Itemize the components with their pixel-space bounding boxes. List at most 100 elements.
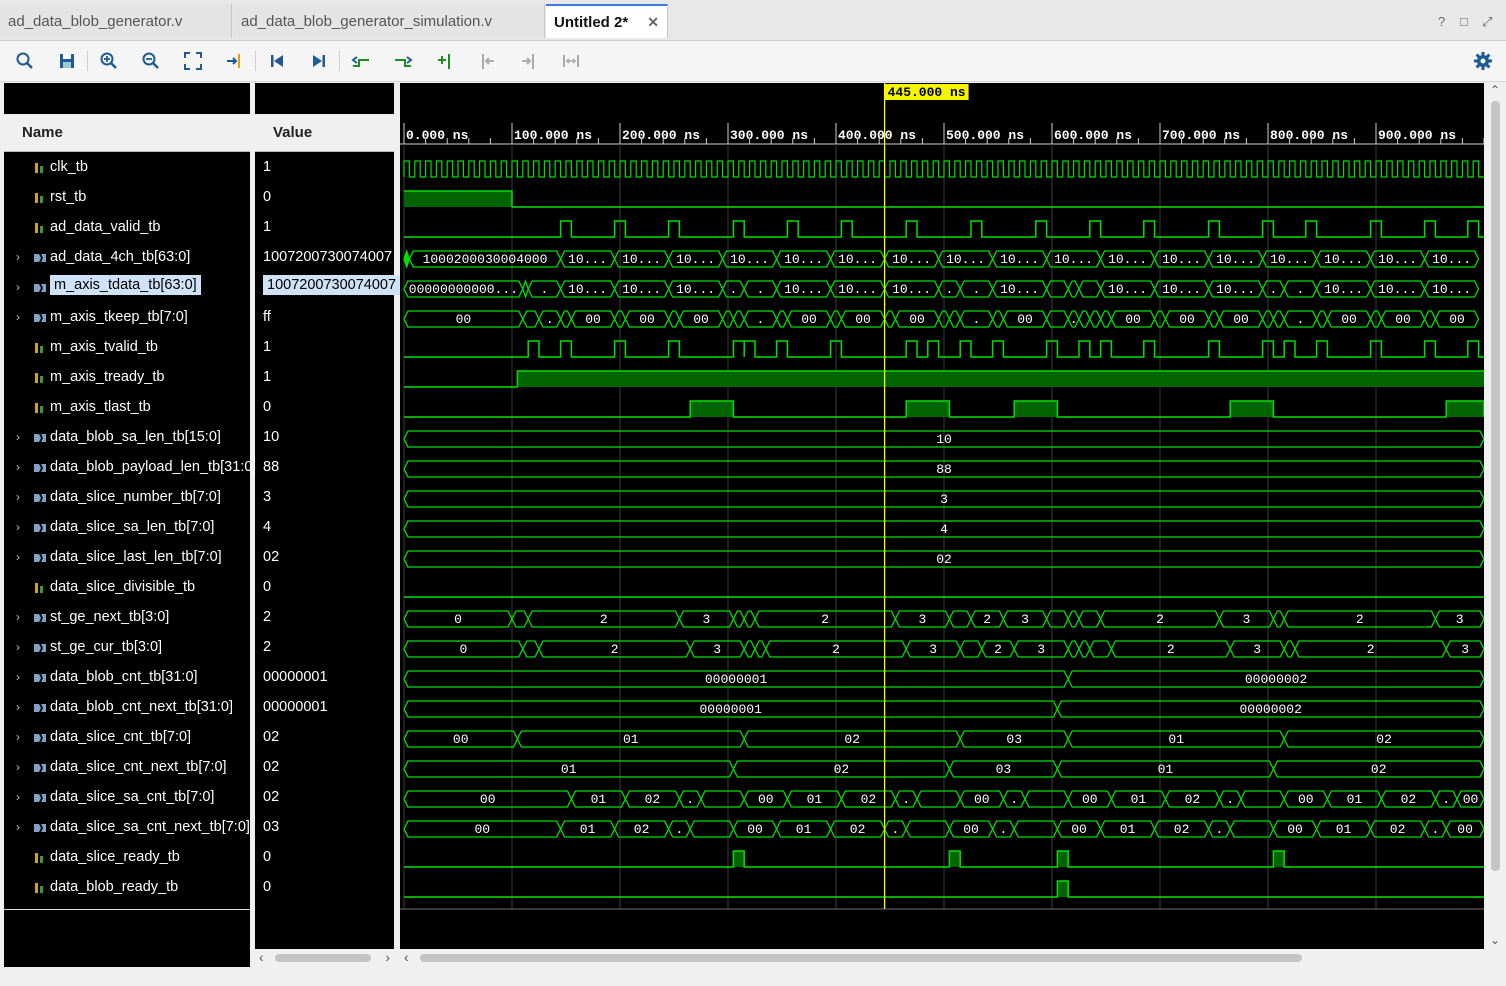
expand-chevron-icon[interactable]: › xyxy=(16,250,20,264)
signal-value-row[interactable]: 00000001 xyxy=(255,693,394,723)
expand-chevron-icon[interactable]: › xyxy=(16,760,20,774)
signal-value-row[interactable]: 10 xyxy=(255,423,394,453)
help-icon[interactable]: ? xyxy=(1438,14,1445,29)
signal-row[interactable]: data_slice_divisible_tb xyxy=(4,573,250,603)
settings-icon[interactable] xyxy=(1473,51,1493,71)
zoom-out-icon[interactable] xyxy=(141,51,161,71)
signal-row[interactable]: ad_data_valid_tb xyxy=(4,213,250,243)
expand-chevron-icon[interactable]: › xyxy=(16,310,20,324)
tab-ad-data-blob-generator-simulation[interactable]: ad_data_blob_generator_simulation.v xyxy=(233,4,545,38)
signal-row[interactable]: m_axis_tready_tb xyxy=(4,363,250,393)
expand-chevron-icon[interactable]: › xyxy=(16,460,20,474)
signal-row[interactable]: › st_ge_cur_tb[3:0] xyxy=(4,633,250,663)
float-icon[interactable]: ⤢ xyxy=(1482,14,1492,30)
add-marker-icon[interactable] xyxy=(435,51,455,71)
next-marker-icon[interactable] xyxy=(519,51,539,71)
expand-chevron-icon[interactable]: › xyxy=(16,670,20,684)
maximize-icon[interactable]: □ xyxy=(1460,14,1468,29)
expand-chevron-icon[interactable]: › xyxy=(16,730,20,744)
signal-row[interactable]: data_blob_ready_tb xyxy=(4,873,250,903)
signal-value-row[interactable]: 03 xyxy=(255,813,394,843)
signal-value-row[interactable]: 2 xyxy=(255,633,394,663)
scroll-up-icon[interactable]: ⌃ xyxy=(1490,83,1500,97)
scrollbar-thumb[interactable] xyxy=(275,954,371,962)
previous-transition-icon[interactable] xyxy=(351,51,371,71)
signal-row[interactable]: › data_slice_sa_cnt_next_tb[7:0] xyxy=(4,813,250,843)
scrollbar-thumb[interactable] xyxy=(420,954,1302,962)
search-icon[interactable] xyxy=(15,51,35,71)
signal-value-row[interactable]: 0 xyxy=(255,183,394,213)
expand-chevron-icon[interactable]: › xyxy=(16,520,20,534)
waveform-v-scrollbar[interactable]: ⌃ ⌄ xyxy=(1487,83,1504,949)
signal-value-row[interactable]: 88 xyxy=(255,453,394,483)
swap-cursors-icon[interactable] xyxy=(561,51,581,71)
signal-row[interactable]: › data_slice_cnt_next_tb[7:0] xyxy=(4,753,250,783)
waveform-canvas[interactable]: 0.000 ns 100.000 ns 200.000 ns 300.000 ns 40… xyxy=(400,83,1485,949)
expand-chevron-icon[interactable]: › xyxy=(16,550,20,564)
signal-value-row[interactable]: ff xyxy=(255,303,394,333)
expand-chevron-icon[interactable]: › xyxy=(16,610,20,624)
scroll-right-icon[interactable]: › xyxy=(385,949,390,965)
name-column-header[interactable]: Name xyxy=(4,114,250,152)
signal-value-row[interactable]: 0 xyxy=(255,393,394,423)
go-to-cursor-icon[interactable] xyxy=(225,51,245,71)
signal-value-row[interactable]: 0 xyxy=(255,873,394,903)
save-icon[interactable] xyxy=(57,51,77,71)
expand-chevron-icon[interactable]: › xyxy=(16,280,20,294)
scrollbar-thumb[interactable] xyxy=(1491,101,1500,871)
signal-row[interactable]: data_slice_ready_tb xyxy=(4,843,250,873)
signal-row[interactable]: › data_slice_sa_cnt_tb[7:0] xyxy=(4,783,250,813)
go-to-start-icon[interactable] xyxy=(267,51,287,71)
expand-chevron-icon[interactable]: › xyxy=(16,820,20,834)
signal-value-row[interactable]: 1007200730074007 xyxy=(255,273,401,303)
signal-row[interactable]: › m_axis_tkeep_tb[7:0] xyxy=(4,303,250,333)
signal-value-row[interactable]: 00000001 xyxy=(255,663,394,693)
signal-row[interactable]: m_axis_tlast_tb xyxy=(4,393,250,423)
signal-row[interactable]: › data_slice_sa_len_tb[7:0] xyxy=(4,513,250,543)
signal-row[interactable]: › data_slice_cnt_tb[7:0] xyxy=(4,723,250,753)
waveform-svg[interactable]: 0.000 ns 100.000 ns 200.000 ns 300.000 ns 40… xyxy=(400,83,1485,949)
scroll-left-icon[interactable]: ‹ xyxy=(259,949,264,965)
zoom-in-icon[interactable] xyxy=(99,51,119,71)
signal-row[interactable]: › st_ge_next_tb[3:0] xyxy=(4,603,250,633)
signal-row[interactable]: › ad_data_4ch_tb[63:0] xyxy=(4,243,250,273)
expand-chevron-icon[interactable]: › xyxy=(16,790,20,804)
signal-value-row[interactable]: 1 xyxy=(255,153,394,183)
signal-row[interactable]: › data_blob_sa_len_tb[15:0] xyxy=(4,423,250,453)
signal-value-row[interactable]: 1007200730074007 xyxy=(255,243,394,273)
signal-value-row[interactable]: 4 xyxy=(255,513,394,543)
signal-value-row[interactable]: 02 xyxy=(255,783,394,813)
signal-value-row[interactable]: 1 xyxy=(255,333,394,363)
signal-value-row[interactable]: 02 xyxy=(255,753,394,783)
signal-row[interactable]: clk_tb xyxy=(4,153,250,183)
next-transition-icon[interactable] xyxy=(393,51,413,71)
signal-row[interactable]: › data_blob_payload_len_tb[31:0] xyxy=(4,453,256,483)
expand-chevron-icon[interactable]: › xyxy=(16,700,20,714)
close-tab-icon[interactable]: ✕ xyxy=(647,14,659,31)
signal-row[interactable]: › m_axis_tdata_tb[63:0] xyxy=(4,273,250,303)
signal-value-row[interactable]: 0 xyxy=(255,573,394,603)
signal-row[interactable]: › data_slice_number_tb[7:0] xyxy=(4,483,250,513)
signal-value-row[interactable]: 2 xyxy=(255,603,394,633)
signal-row[interactable]: › data_slice_last_len_tb[7:0] xyxy=(4,543,250,573)
signal-row[interactable]: rst_tb xyxy=(4,183,250,213)
signal-value-row[interactable]: 02 xyxy=(255,543,394,573)
previous-marker-icon[interactable] xyxy=(477,51,497,71)
signal-value-row[interactable]: 0 xyxy=(255,843,394,873)
expand-chevron-icon[interactable]: › xyxy=(16,490,20,504)
signal-value-row[interactable]: 3 xyxy=(255,483,394,513)
scroll-down-icon[interactable]: ⌄ xyxy=(1490,933,1500,947)
signal-value-row[interactable]: 1 xyxy=(255,213,394,243)
expand-chevron-icon[interactable]: › xyxy=(16,430,20,444)
expand-chevron-icon[interactable]: › xyxy=(16,640,20,654)
value-panel-scrollbar[interactable]: ‹ › xyxy=(255,949,394,967)
signal-value-row[interactable]: 02 xyxy=(255,723,394,753)
tab-untitled-2[interactable]: Untitled 2* ✕ xyxy=(546,4,668,38)
zoom-fit-icon[interactable] xyxy=(183,51,203,71)
signal-row[interactable]: m_axis_tvalid_tb xyxy=(4,333,250,363)
signal-value-row[interactable]: 1 xyxy=(255,363,394,393)
go-to-end-icon[interactable] xyxy=(309,51,329,71)
value-column-header[interactable]: Value xyxy=(255,114,394,152)
signal-row[interactable]: › data_blob_cnt_tb[31:0] xyxy=(4,663,250,693)
signal-row[interactable]: › data_blob_cnt_next_tb[31:0] xyxy=(4,693,250,723)
